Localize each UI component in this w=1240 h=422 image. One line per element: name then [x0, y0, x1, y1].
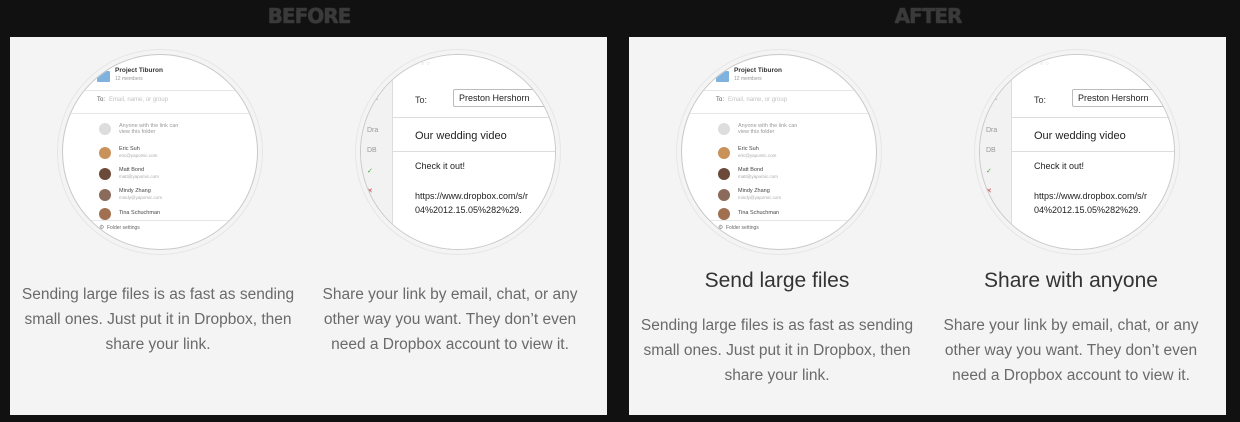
person-name: Tina Schuchman [119, 210, 161, 216]
body-text[interactable]: Check it out! [415, 161, 465, 171]
before-heading: BEFORE [267, 4, 352, 28]
mail-sidebar: List Dra DB ✓ ✕ [361, 55, 393, 249]
avatar [718, 168, 730, 180]
sidebar-item: List [986, 95, 997, 102]
person-name: Mindy Zhang [738, 188, 770, 194]
to-placeholder: Email, name, or group [109, 97, 169, 103]
folder-name: Project Tiburon [734, 67, 782, 74]
to-label: To: [97, 97, 106, 103]
after-heading: AFTER [894, 4, 963, 28]
person-name: Mindy Zhang [119, 188, 151, 194]
person-name: Tina Schuchman [738, 210, 780, 216]
link-icon [99, 123, 111, 135]
person-name: Eric Suh [738, 146, 759, 152]
folder-settings-link[interactable]: Folder settings [107, 225, 140, 231]
gear-icon: ⚙ [718, 225, 724, 231]
avatar [99, 147, 111, 159]
to-label: To: [716, 97, 725, 103]
to-label: To: [1034, 95, 1047, 105]
check-icon: ✓ [367, 168, 373, 175]
window-controls: ○○○ [415, 61, 432, 67]
recipient-field[interactable]: Preston Hershorn [1072, 89, 1174, 107]
compose-circle: List Dra DB ✓ ✕ ○○○ To: Preston Hershorn… [360, 54, 556, 250]
anyone-line2: view this folder [738, 129, 775, 135]
share-dialog-circle: Project Tiburon 12 members To: Email, nam… [681, 54, 877, 250]
gear-icon: ⚙ [99, 225, 105, 231]
link-icon [718, 123, 730, 135]
link-line: https://www.dropbox.com/s/r [1034, 191, 1148, 201]
link-line: 04%2012.15.05%282%29. [1034, 205, 1141, 215]
send-description: Sending large files is as fast as sendin… [640, 317, 914, 384]
link-text: https://www.dropbox.com/s/r 04%2012.15.05… [1034, 189, 1147, 217]
check-icon: ✓ [986, 168, 992, 175]
sidebar-item: Dra [367, 127, 379, 134]
to-label: To: [415, 95, 428, 105]
person-email: eric@yapomic.com [738, 153, 777, 158]
to-placeholder: Email, name, or group [728, 97, 788, 103]
avatar [99, 189, 111, 201]
member-count: 12 members [115, 76, 143, 82]
sidebar-item: DB [367, 147, 377, 154]
folder-settings-link[interactable]: Folder settings [726, 225, 759, 231]
before-panel: Project Tiburon 12 members To: Email, nam… [10, 37, 607, 415]
anyone-line2: view this folder [119, 129, 156, 135]
person-name: Matt Bond [738, 167, 764, 173]
subject-field[interactable]: Our wedding video [415, 130, 507, 142]
send-description: Sending large files is as fast as sendin… [21, 286, 295, 353]
sidebar-item: Dra [986, 127, 998, 134]
close-icon: ✕ [986, 188, 992, 195]
close-icon: ✕ [367, 188, 373, 195]
link-line: 04%2012.15.05%282%29. [415, 205, 522, 215]
avatar [718, 208, 730, 220]
after-panel: Project Tiburon 12 members To: Email, nam… [629, 37, 1226, 415]
member-count: 12 members [734, 76, 762, 82]
shared-folder-icon [716, 71, 729, 82]
recipient-field[interactable]: Preston Hershorn [453, 89, 555, 107]
share-dialog-circle: Project Tiburon 12 members To: Email, nam… [62, 54, 258, 250]
person-email: eric@yapomic.com [119, 153, 158, 158]
avatar [99, 208, 111, 220]
mail-sidebar: List Dra DB ✓ ✕ [980, 55, 1012, 249]
subject-field[interactable]: Our wedding video [1034, 130, 1126, 142]
to-field[interactable]: To: Email, name, or group [97, 97, 168, 103]
share-title: Share with anyone [984, 269, 1158, 292]
to-field[interactable]: To: Email, name, or group [716, 97, 787, 103]
avatar [718, 189, 730, 201]
sidebar-item: List [367, 95, 378, 102]
person-name: Matt Bond [119, 167, 145, 173]
compose-window: ○○○ To: Preston Hershorn Our wedding vid… [1012, 55, 1174, 249]
person-email: matt@yapomic.com [119, 174, 159, 179]
avatar [99, 168, 111, 180]
share-description: Share your link by email, chat, or any o… [943, 317, 1199, 384]
link-text: https://www.dropbox.com/s/r 04%2012.15.05… [415, 189, 528, 217]
person-name: Eric Suh [119, 146, 140, 152]
compose-window: ○○○ To: Preston Hershorn Our wedding vid… [393, 55, 555, 249]
compose-circle: List Dra DB ✓ ✕ ○○○ To: Preston Hershorn… [979, 54, 1175, 250]
shared-folder-icon [97, 71, 110, 82]
person-email: matt@yapomic.com [738, 174, 778, 179]
window-controls: ○○○ [1034, 61, 1051, 67]
sidebar-item: DB [986, 147, 996, 154]
link-line: https://www.dropbox.com/s/r [415, 191, 529, 201]
send-title: Send large files [704, 269, 850, 292]
body-text[interactable]: Check it out! [1034, 161, 1084, 171]
avatar [718, 147, 730, 159]
person-email: mindy@yapomic.com [119, 195, 163, 200]
share-description: Share your link by email, chat, or any o… [322, 286, 578, 353]
folder-name: Project Tiburon [115, 67, 163, 74]
person-email: mindy@yapomic.com [738, 195, 782, 200]
